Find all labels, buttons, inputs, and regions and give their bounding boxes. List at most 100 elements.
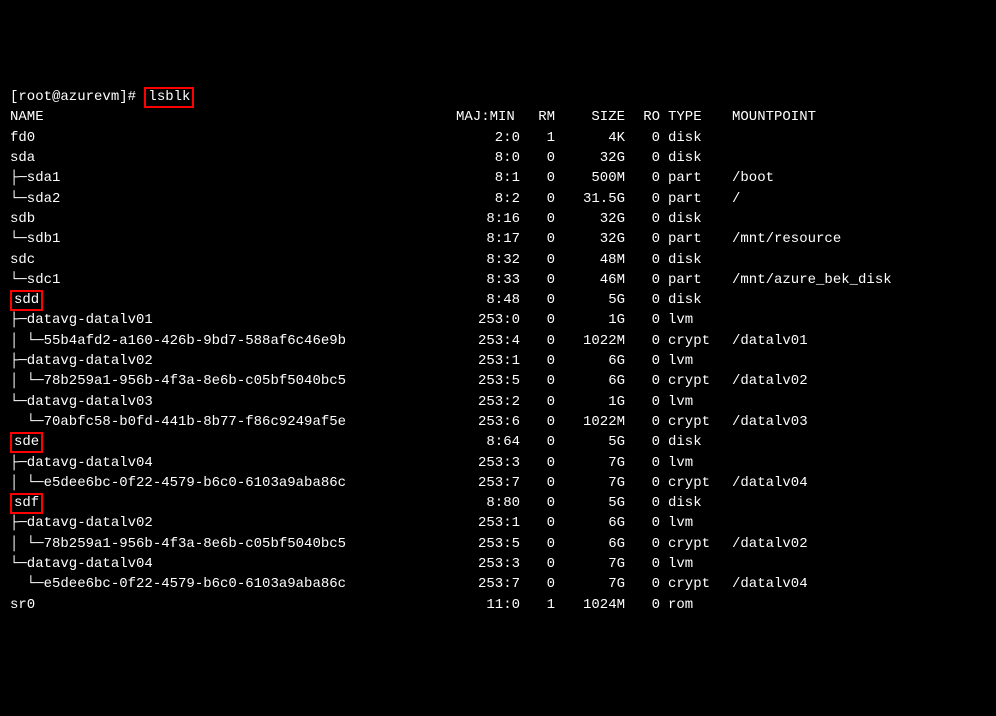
device-name: └─sda2 — [10, 189, 450, 209]
prompt-line[interactable]: [root@azurevm]# lsblk — [10, 87, 986, 107]
type: part — [660, 189, 720, 209]
device-name: ├─datavg-datalv02 — [10, 513, 450, 533]
ro: 0 — [625, 209, 660, 229]
majmin: 253:0 — [450, 310, 520, 330]
rm: 0 — [520, 189, 555, 209]
rm: 0 — [520, 229, 555, 249]
ro: 0 — [625, 554, 660, 574]
majmin: 253:5 — [450, 534, 520, 554]
device-name: └─datavg-datalv03 — [10, 392, 450, 412]
majmin: 253:1 — [450, 513, 520, 533]
device-name: └─sdc1 — [10, 270, 450, 290]
majmin: 2:0 — [450, 128, 520, 148]
type: part — [660, 168, 720, 188]
lsblk-row: sda8:0032G0disk — [10, 148, 986, 168]
size: 7G — [555, 453, 625, 473]
lsblk-row: sdf8:8005G0disk — [10, 493, 986, 513]
size: 6G — [555, 513, 625, 533]
type: crypt — [660, 473, 720, 493]
size: 31.5G — [555, 189, 625, 209]
rm: 0 — [520, 392, 555, 412]
lsblk-row: ├─datavg-datalv02253:106G0lvm — [10, 351, 986, 371]
size: 7G — [555, 554, 625, 574]
terminal-output: [root@azurevm]# lsblkNAMEMAJ:MINRMSIZERO… — [10, 87, 986, 615]
device-name: └─e5dee6bc-0f22-4579-b6c0-6103a9aba86c — [10, 574, 450, 594]
size: 7G — [555, 574, 625, 594]
mountpoint: /datalv02 — [720, 534, 808, 554]
ro: 0 — [625, 189, 660, 209]
device-name: └─sdb1 — [10, 229, 450, 249]
size: 4K — [555, 128, 625, 148]
size: 32G — [555, 148, 625, 168]
ro: 0 — [625, 432, 660, 452]
majmin: 8:32 — [450, 250, 520, 270]
size: 500M — [555, 168, 625, 188]
type: part — [660, 229, 720, 249]
ro: 0 — [625, 392, 660, 412]
lsblk-row: └─datavg-datalv04253:307G0lvm — [10, 554, 986, 574]
type: crypt — [660, 574, 720, 594]
rm: 0 — [520, 371, 555, 391]
size: 6G — [555, 351, 625, 371]
rm: 0 — [520, 412, 555, 432]
mountpoint: /datalv03 — [720, 412, 808, 432]
majmin: 253:5 — [450, 371, 520, 391]
device-name: │ └─78b259a1-956b-4f3a-8e6b-c05bf5040bc5 — [10, 534, 450, 554]
ro: 0 — [625, 250, 660, 270]
rm: 0 — [520, 432, 555, 452]
device-name: sdd — [10, 290, 450, 310]
lsblk-row: └─sda28:2031.5G0part/ — [10, 189, 986, 209]
rm: 0 — [520, 148, 555, 168]
majmin: 8:80 — [450, 493, 520, 513]
size: 1022M — [555, 331, 625, 351]
highlighted-device: sde — [10, 432, 43, 453]
rm: 0 — [520, 513, 555, 533]
ro: 0 — [625, 290, 660, 310]
size: 48M — [555, 250, 625, 270]
lsblk-row: └─70abfc58-b0fd-441b-8b77-f86c9249af5e25… — [10, 412, 986, 432]
majmin: 8:33 — [450, 270, 520, 290]
majmin: 8:2 — [450, 189, 520, 209]
lsblk-row: │ └─e5dee6bc-0f22-4579-b6c0-6103a9aba86c… — [10, 473, 986, 493]
device-name: sdb — [10, 209, 450, 229]
rm: 0 — [520, 331, 555, 351]
size: 7G — [555, 473, 625, 493]
prompt-prefix: [root@azurevm]# — [10, 89, 144, 105]
lsblk-row: sdb8:16032G0disk — [10, 209, 986, 229]
col-type: TYPE — [660, 107, 720, 127]
rm: 0 — [520, 493, 555, 513]
ro: 0 — [625, 229, 660, 249]
majmin: 11:0 — [450, 595, 520, 615]
col-name: NAME — [10, 107, 450, 127]
mountpoint: /datalv04 — [720, 473, 808, 493]
type: disk — [660, 290, 720, 310]
ro: 0 — [625, 574, 660, 594]
type: rom — [660, 595, 720, 615]
lsblk-row: ├─datavg-datalv01253:001G0lvm — [10, 310, 986, 330]
device-name: sdc — [10, 250, 450, 270]
device-name: fd0 — [10, 128, 450, 148]
size: 1024M — [555, 595, 625, 615]
majmin: 8:48 — [450, 290, 520, 310]
highlighted-device: sdf — [10, 493, 43, 514]
majmin: 253:6 — [450, 412, 520, 432]
device-name: │ └─55b4afd2-a160-426b-9bd7-588af6c46e9b — [10, 331, 450, 351]
type: lvm — [660, 554, 720, 574]
type: lvm — [660, 351, 720, 371]
type: crypt — [660, 331, 720, 351]
rm: 0 — [520, 310, 555, 330]
mountpoint: /mnt/azure_bek_disk — [720, 270, 892, 290]
highlighted-device: sdd — [10, 290, 43, 311]
device-name: ├─datavg-datalv01 — [10, 310, 450, 330]
rm: 0 — [520, 574, 555, 594]
lsblk-row: sdd8:4805G0disk — [10, 290, 986, 310]
col-rm: RM — [520, 107, 555, 127]
mountpoint: /datalv01 — [720, 331, 808, 351]
ro: 0 — [625, 331, 660, 351]
type: disk — [660, 250, 720, 270]
ro: 0 — [625, 473, 660, 493]
majmin: 253:2 — [450, 392, 520, 412]
size: 46M — [555, 270, 625, 290]
rm: 0 — [520, 270, 555, 290]
majmin: 253:7 — [450, 473, 520, 493]
